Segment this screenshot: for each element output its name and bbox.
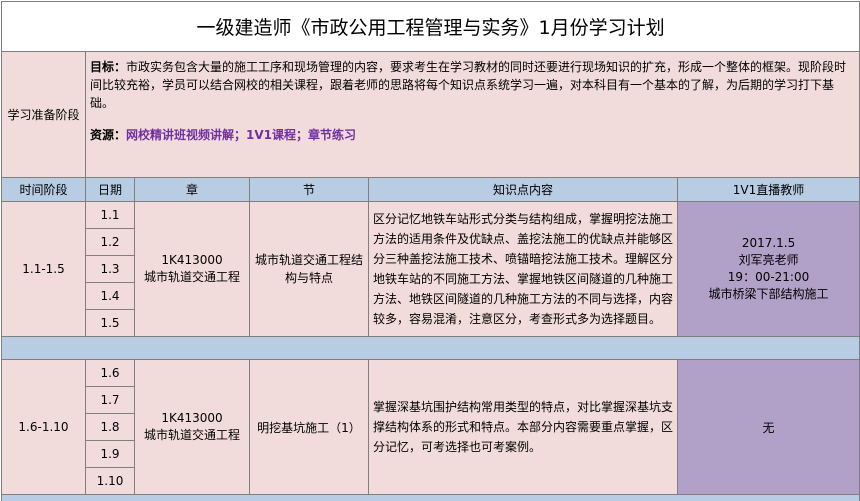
separator-cell	[2, 337, 860, 360]
chapter-name: 城市轨道交通工程	[135, 427, 249, 444]
knowledge-cell: 掌握深基坑围护结构常用类型的特点，对比掌握深基坑支撑结构体系的形式和特点。本部分…	[369, 360, 678, 495]
period-cell: 1.1-1.5	[2, 202, 86, 337]
teacher-date: 2017.1.5	[678, 235, 859, 252]
date-cell: 1.8	[86, 414, 135, 441]
goal-text: 市政实务包含大量的施工工序和现场管理的内容，要求考生在学习教材的同时还要进行现场…	[90, 60, 846, 110]
resource-label: 资源：	[90, 128, 126, 142]
table-header-row: 时间阶段 日期 章 节 知识点内容 1V1直播教师	[2, 178, 860, 202]
chapter-name: 城市轨道交通工程	[135, 269, 249, 286]
header-chapter: 章	[135, 178, 250, 202]
header-section: 节	[250, 178, 369, 202]
resource-text: 网校精讲班视频讲解；1V1课程；章节练习	[126, 128, 356, 142]
date-cell: 1.4	[86, 283, 135, 310]
date-cell: 1.7	[86, 387, 135, 414]
resource-paragraph: 资源：网校精讲班视频讲解；1V1课程；章节练习	[90, 126, 855, 144]
prep-goal-cell: 目标：市政实务包含大量的施工工序和现场管理的内容，要求考生在学习教材的同时还要进…	[86, 52, 860, 178]
date-cell: 1.5	[86, 310, 135, 337]
cut-row	[2, 495, 860, 501]
chapter-code: 1K413000	[135, 410, 249, 427]
header-teacher: 1V1直播教师	[678, 178, 860, 202]
teacher-cell: 2017.1.5 刘军亮老师 19：00-21:00 城市桥梁下部结构施工	[678, 202, 860, 337]
section-cell: 城市轨道交通工程结构与特点	[250, 202, 369, 337]
period-cell: 1.6-1.10	[2, 360, 86, 495]
teacher-topic: 城市桥梁下部结构施工	[678, 286, 859, 303]
date-cell: 1.2	[86, 229, 135, 256]
study-plan-table: 一级建造师《市政公用工程管理与实务》1月份学习计划 学习准备阶段 目标：市政实务…	[1, 1, 860, 501]
goal-label: 目标：	[90, 60, 126, 74]
knowledge-cell: 区分记忆地铁车站形式分类与结构组成，掌握明挖法施工方法的适用条件及优缺点、盖挖法…	[369, 202, 678, 337]
page-title: 一级建造师《市政公用工程管理与实务》1月份学习计划	[2, 2, 860, 52]
teacher-cell: 无	[678, 360, 860, 495]
date-cell: 1.9	[86, 441, 135, 468]
table-row: 1.1-1.5 1.1 1K413000 城市轨道交通工程 城市轨道交通工程结构…	[2, 202, 860, 229]
chapter-cell: 1K413000 城市轨道交通工程	[135, 202, 250, 337]
table-row: 1.6-1.10 1.6 1K413000 城市轨道交通工程 明挖基坑施工（1）…	[2, 360, 860, 387]
date-cell: 1.3	[86, 256, 135, 283]
date-cell: 1.6	[86, 360, 135, 387]
separator-row	[2, 337, 860, 360]
chapter-code: 1K413000	[135, 252, 249, 269]
teacher-time: 19：00-21:00	[678, 269, 859, 286]
section-cell: 明挖基坑施工（1）	[250, 360, 369, 495]
header-knowledge: 知识点内容	[369, 178, 678, 202]
cut-cell	[2, 495, 860, 501]
date-cell: 1.10	[86, 468, 135, 495]
date-cell: 1.1	[86, 202, 135, 229]
teacher-name: 刘军亮老师	[678, 252, 859, 269]
goal-paragraph: 目标：市政实务包含大量的施工工序和现场管理的内容，要求考生在学习教材的同时还要进…	[90, 58, 855, 112]
chapter-cell: 1K413000 城市轨道交通工程	[135, 360, 250, 495]
header-period: 时间阶段	[2, 178, 86, 202]
header-date: 日期	[86, 178, 135, 202]
prep-stage-label: 学习准备阶段	[2, 52, 86, 178]
